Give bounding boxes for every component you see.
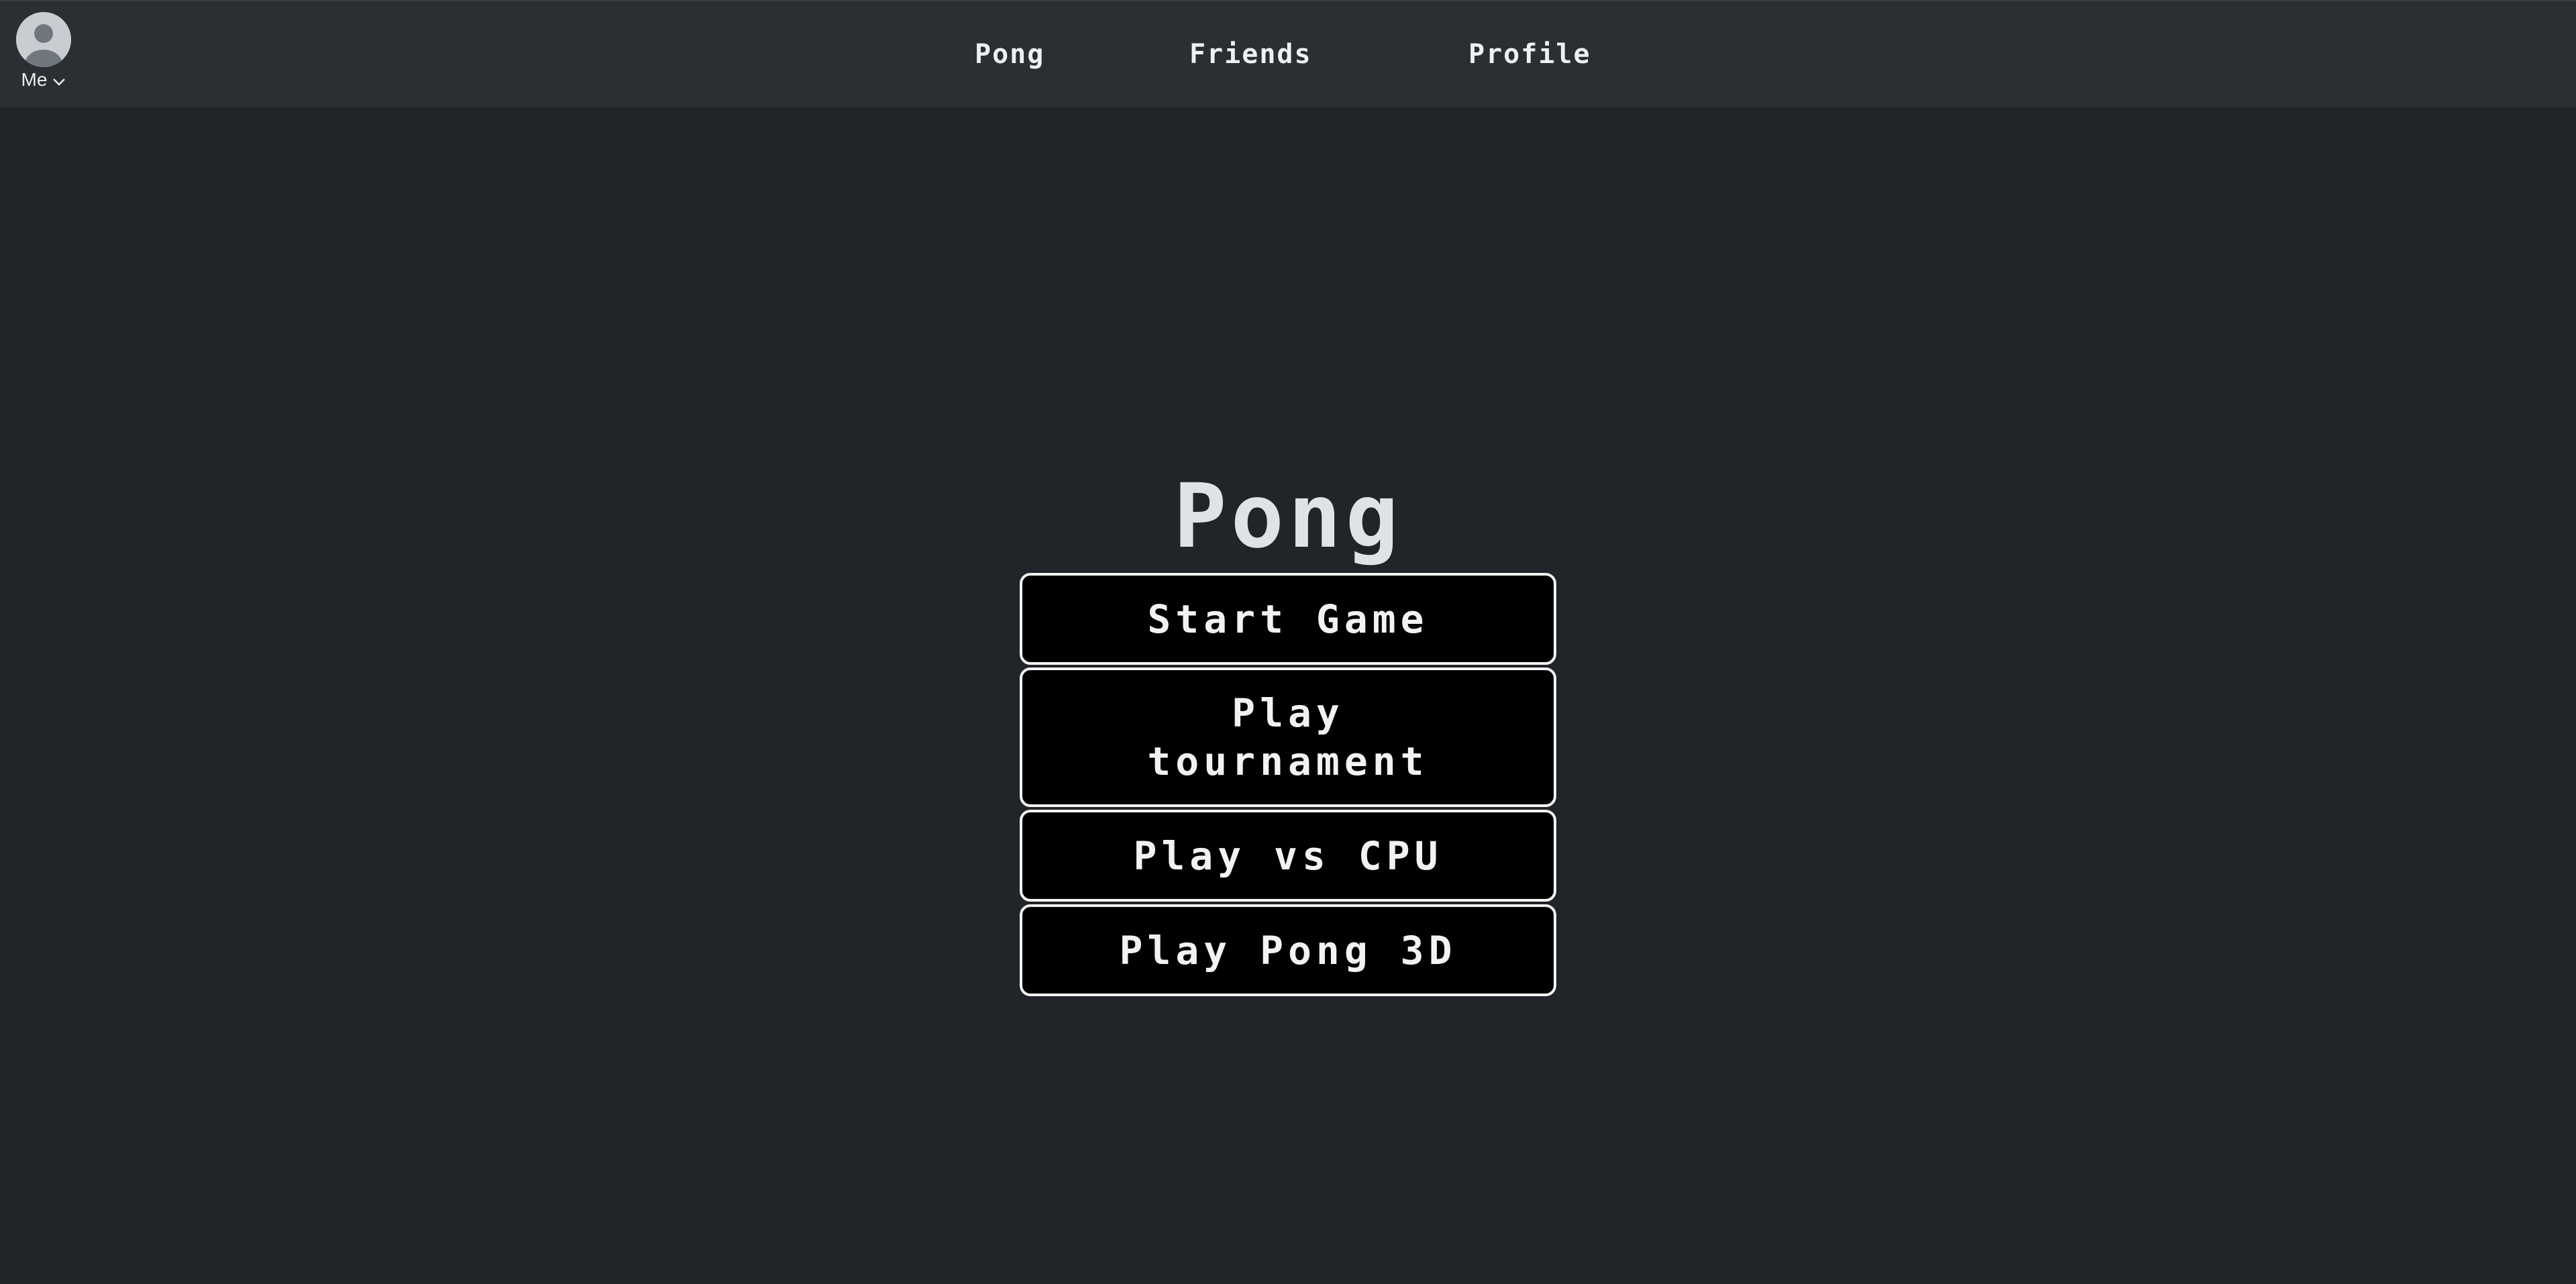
nav-link-profile[interactable]: Profile	[1468, 36, 1591, 72]
page-title: Pong	[1173, 465, 1403, 568]
pong-menu: Pong Start Game Play tournament Play vs …	[1020, 463, 1556, 999]
play-vs-cpu-button[interactable]: Play vs CPU	[1020, 810, 1556, 902]
user-menu-label: Me	[21, 69, 48, 90]
nav-link-friends[interactable]: Friends	[1189, 36, 1312, 72]
play-tournament-button[interactable]: Play tournament	[1020, 667, 1556, 807]
chevron-down-icon	[52, 68, 66, 91]
start-game-button[interactable]: Start Game	[1020, 573, 1556, 665]
top-navbar: Me Pong Friends Profile	[0, 0, 2576, 107]
main-nav: Pong Friends Profile	[0, 1, 2576, 109]
user-avatar-icon[interactable]	[16, 12, 71, 67]
user-menu-toggle[interactable]: Me	[21, 68, 66, 91]
nav-link-pong[interactable]: Pong	[975, 36, 1044, 72]
user-menu[interactable]: Me	[15, 12, 72, 91]
play-pong-3d-button[interactable]: Play Pong 3D	[1020, 904, 1556, 996]
